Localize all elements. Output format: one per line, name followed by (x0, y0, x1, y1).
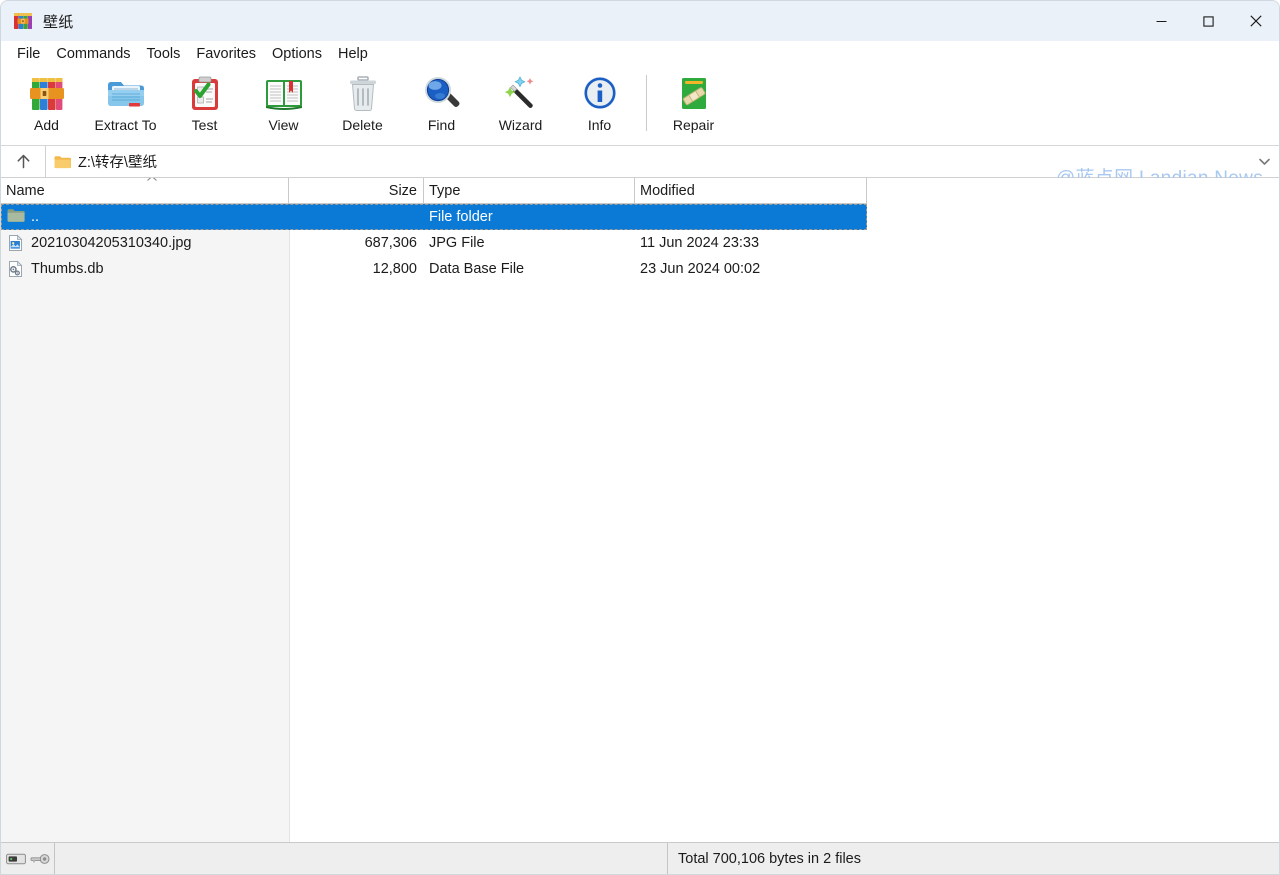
file-list-header: Name Size Type Modified (1, 178, 867, 204)
column-header-modified-label: Modified (640, 182, 695, 199)
jpg-file-icon (7, 234, 25, 252)
extract-to-label: Extract To (94, 117, 157, 133)
winrar-books-icon (13, 11, 33, 31)
view-book-icon (262, 73, 306, 115)
toolbar: Add Extract To Test View Delete Find Wiz… (1, 67, 1279, 189)
cell-modified: 23 Jun 2024 00:02 (640, 261, 761, 277)
test-clipboard-icon (183, 73, 227, 115)
delete-label: Delete (342, 117, 383, 133)
wizard-label: Wizard (498, 117, 543, 133)
folder-icon (54, 155, 71, 169)
close-button[interactable] (1232, 1, 1279, 41)
view-label: View (268, 117, 299, 133)
file-list: Name Size Type Modified .. File folder 2… (1, 178, 1279, 842)
table-row[interactable]: 20210304205310340.jpg 687,306 JPG File 1… (1, 230, 1279, 256)
extract-folder-icon (104, 73, 148, 115)
column-header-modified[interactable]: Modified (635, 178, 867, 203)
find-button[interactable]: Find (402, 67, 481, 139)
find-magnifier-icon (420, 73, 464, 115)
toolbar-separator (646, 75, 647, 131)
cell-name: Thumbs.db (1, 256, 289, 282)
cell-type: Data Base File (429, 261, 525, 277)
column-header-size[interactable]: Size (289, 178, 424, 203)
info-circle-icon (578, 73, 622, 115)
cell-size (289, 204, 424, 230)
path-text: Z:\转存\壁纸 (78, 155, 157, 171)
add-archive-icon (25, 73, 69, 115)
title-bar: 壁纸 (1, 1, 1279, 41)
window-title: 壁纸 (43, 13, 74, 31)
cell-name-text: 20210304205310340.jpg (31, 235, 192, 251)
status-indicators (1, 843, 55, 874)
column-header-name-label: Name (6, 182, 45, 199)
database-file-icon (7, 260, 25, 278)
cell-type: File folder (429, 209, 493, 225)
cell-name: .. (1, 204, 289, 230)
close-icon (1249, 15, 1262, 27)
delete-button[interactable]: Delete (323, 67, 402, 139)
menu-file[interactable]: File (9, 44, 48, 65)
delete-trash-icon (341, 73, 385, 115)
arrow-up-icon (15, 153, 32, 170)
winrar-window: 壁纸 File Commands Tools Favorites Options… (0, 0, 1280, 875)
status-message-area (55, 843, 668, 874)
maximize-button[interactable] (1185, 1, 1232, 41)
window-controls (1138, 1, 1279, 41)
add-button[interactable]: Add (7, 67, 86, 139)
cell-modified: 11 Jun 2024 23:33 (640, 235, 760, 251)
cell-size: 687,306 (364, 235, 417, 251)
drive-icon[interactable] (5, 852, 26, 866)
column-header-name[interactable]: Name (1, 178, 289, 203)
info-button[interactable]: Info (560, 67, 639, 139)
caret-up-icon (146, 178, 158, 182)
menu-commands[interactable]: Commands (48, 44, 138, 65)
wizard-button[interactable]: Wizard (481, 67, 560, 139)
table-row[interactable]: .. File folder (1, 204, 867, 230)
wizard-wand-icon (499, 73, 543, 115)
up-one-level-button[interactable] (1, 146, 45, 177)
status-bar: Total 700,106 bytes in 2 files (1, 842, 1279, 874)
folder-icon (7, 208, 25, 226)
cell-name: 20210304205310340.jpg (1, 230, 289, 256)
minimize-button[interactable] (1138, 1, 1185, 41)
key-icon[interactable] (30, 852, 50, 866)
cell-name-text: .. (31, 209, 40, 225)
column-header-type-label: Type (429, 182, 461, 199)
menu-tools[interactable]: Tools (139, 44, 189, 65)
cell-size: 12,800 (372, 261, 417, 277)
repair-label: Repair (672, 117, 715, 133)
find-label: Find (427, 117, 456, 133)
extract-to-button[interactable]: Extract To (86, 67, 165, 139)
table-row[interactable]: Thumbs.db 12,800 Data Base File 23 Jun 2… (1, 256, 1279, 282)
view-button[interactable]: View (244, 67, 323, 139)
menu-favorites[interactable]: Favorites (188, 44, 264, 65)
add-label: Add (34, 117, 59, 133)
column-header-size-label: Size (388, 182, 417, 199)
cell-type: JPG File (429, 235, 485, 251)
column-header-type[interactable]: Type (424, 178, 635, 203)
menu-bar: File Commands Tools Favorites Options He… (1, 41, 1279, 67)
repair-button[interactable]: Repair (654, 67, 733, 139)
status-total-label: Total 700,106 bytes in 2 files (678, 850, 861, 867)
menu-options[interactable]: Options (264, 44, 330, 65)
repair-book-icon (672, 73, 716, 115)
cell-modified (635, 204, 867, 230)
menu-help[interactable]: Help (330, 44, 376, 65)
test-label: Test (191, 117, 218, 133)
title-bar-left: 壁纸 (1, 11, 73, 32)
test-button[interactable]: Test (165, 67, 244, 139)
minimize-icon (1156, 16, 1167, 27)
info-label: Info (587, 117, 612, 133)
file-list-rows: .. File folder 20210304205310340.jpg 687… (1, 204, 1279, 842)
maximize-icon (1203, 15, 1214, 27)
cell-name-text: Thumbs.db (31, 261, 104, 277)
